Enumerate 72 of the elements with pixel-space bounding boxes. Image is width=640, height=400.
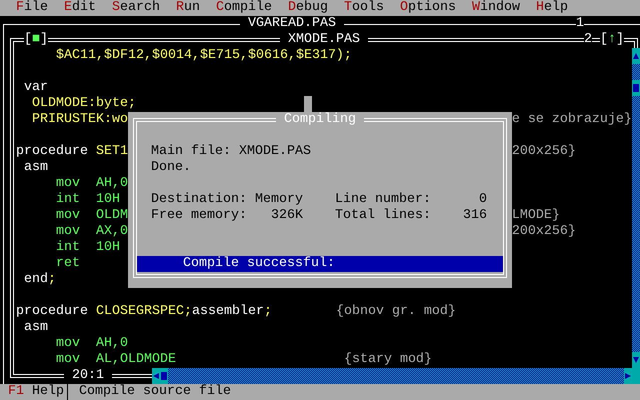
asm-code: int 10H [56, 192, 120, 207]
code-text: ; [48, 272, 56, 287]
message-bar: Compile successful: [137, 256, 503, 272]
code-keyword: asm [24, 160, 48, 175]
menu-item[interactable]: File [8, 0, 56, 16]
up-arrow-icon [633, 53, 639, 59]
left-arrow-icon [153, 373, 159, 379]
code-text: OLDMODE:byte; [32, 96, 136, 111]
menu-item[interactable]: Help [528, 0, 576, 16]
field-label: Total lines: [335, 208, 431, 224]
code-comment: 200x256} [512, 224, 576, 239]
code-text: PRIRUSTEK:wo [32, 112, 128, 127]
scroll-up-button[interactable] [632, 48, 640, 64]
code-keyword: end [24, 272, 48, 287]
down-arrow-icon [633, 357, 639, 363]
menu-item[interactable]: Run [168, 0, 208, 16]
code-keyword: var [24, 80, 48, 95]
mouse-cursor [304, 96, 312, 112]
scroll-down-button[interactable] [632, 352, 640, 368]
menu-item[interactable]: Window [464, 0, 528, 16]
main-file-text: Main file: XMODE.PAS [151, 144, 312, 160]
menu-item[interactable]: Edit [56, 0, 104, 16]
cursor-position: 20:1 [71, 368, 105, 384]
status-text: Done. [151, 160, 192, 176]
asm-code: mov AL,OLDMODE [56, 352, 176, 367]
asm-code: mov AH,0 [56, 336, 128, 351]
close-button[interactable]: [■] [24, 32, 48, 48]
asm-code: mov AX,0 [56, 224, 128, 239]
asm-code: mov AH,0 [56, 176, 128, 191]
code-comment: e se zobrazuje} [512, 112, 632, 127]
menu-item[interactable]: Debug [280, 0, 336, 16]
menu-item[interactable]: Compile [208, 0, 280, 16]
menu-item[interactable]: Options [392, 0, 464, 16]
window-number: 2 [584, 32, 592, 48]
scroll-right-button[interactable] [624, 368, 632, 384]
scroll-thumb[interactable] [160, 368, 168, 384]
field-value: 316 [462, 208, 487, 224]
asm-code: int 10H [56, 240, 120, 255]
field-value: 0 [478, 192, 487, 208]
field-label: Line number: [335, 192, 431, 208]
field-label: Free memory: [151, 208, 248, 224]
code-text: ; [264, 304, 272, 319]
code-keyword: assembler [192, 304, 264, 319]
right-arrow-icon [625, 373, 631, 379]
code-text: CLOSEGRSPEC; [96, 304, 192, 319]
window-title: XMODE.PAS [287, 32, 361, 48]
status-hint: Compile source file [79, 384, 231, 400]
code-comment: LMODE} [512, 208, 560, 223]
code-text: $AC11,$DF12,$0014,$E715,$0616,$E317); [56, 48, 352, 63]
window-number: 1 [576, 16, 584, 32]
field-label: Destination: [151, 192, 248, 208]
asm-code: ret [56, 256, 80, 271]
code-keyword: procedure [16, 304, 88, 319]
field-value: 326K [270, 208, 303, 224]
horizontal-scrollbar[interactable] [152, 368, 632, 384]
code-keyword: asm [24, 320, 48, 335]
asm-code: mov OLDM [56, 208, 128, 223]
scroll-thumb[interactable] [632, 80, 640, 96]
code-comment: 200x256} [512, 144, 576, 159]
key-label: Help [32, 384, 64, 400]
dialog-title: Compiling [276, 112, 364, 128]
code-comment: {stary mod} [344, 352, 432, 367]
field-value: Memory [255, 192, 303, 208]
zoom-button[interactable]: [↑] [600, 32, 624, 48]
code-comment: {obnov gr. mod} [336, 304, 456, 319]
code-text: SET1 [96, 144, 128, 159]
code-keyword: procedure [16, 144, 88, 159]
menu-item[interactable]: Tools [336, 0, 392, 16]
window-title: VGAREAD.PAS [247, 16, 337, 32]
vertical-scrollbar[interactable] [632, 48, 640, 368]
menu-item[interactable]: Search [104, 0, 168, 16]
scroll-left-button[interactable] [152, 368, 160, 384]
